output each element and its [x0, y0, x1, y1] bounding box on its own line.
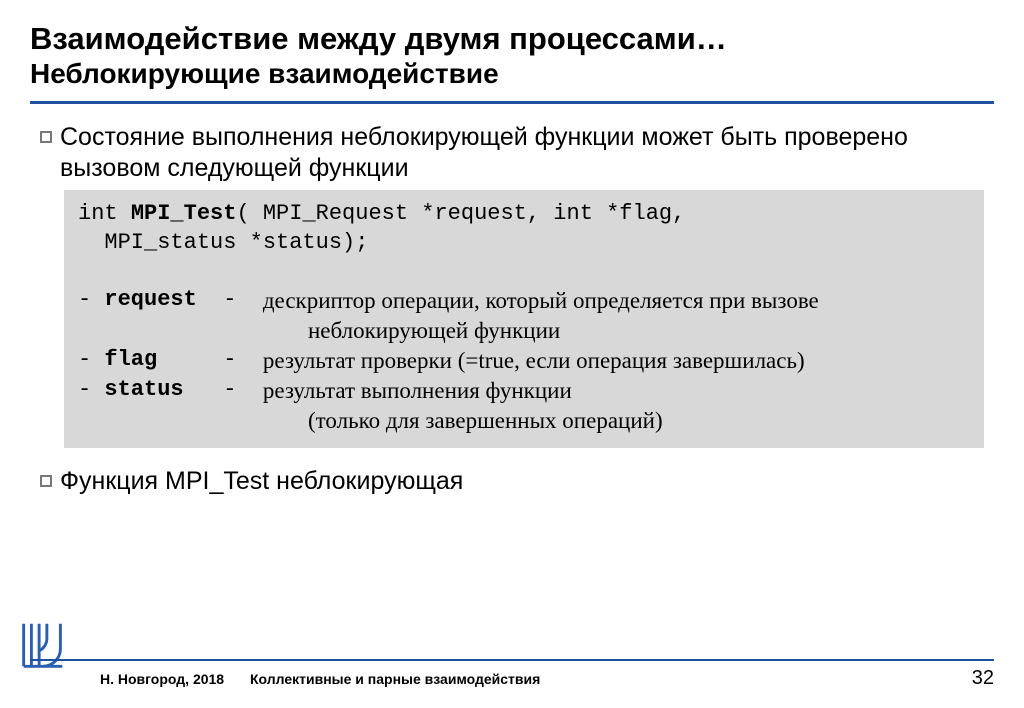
- param-desc-request: дескриптор операции, который определяетс…: [263, 286, 819, 316]
- footer: Н. Новгород, 2018 Коллективные и парные …: [30, 659, 994, 690]
- code-funcname: MPI_Test: [131, 201, 237, 226]
- code-blank-line: [78, 257, 970, 286]
- square-bullet-icon: [40, 475, 52, 487]
- code-args-1: ( MPI_Request *request, int *flag,: [236, 201, 685, 226]
- param-name-status: status: [104, 377, 183, 402]
- title-line-2: Неблокирующие взаимодействие: [30, 57, 994, 91]
- param-desc-status: результат выполнения функции: [263, 376, 572, 406]
- param-name-request: request: [104, 287, 196, 312]
- code-signature-line-2: MPI_status *status);: [78, 229, 970, 258]
- param-key-request: - request -: [78, 286, 263, 315]
- content-area: Состояние выполнения неблокирующей функц…: [30, 122, 994, 708]
- footer-divider: [30, 659, 994, 661]
- param-row-status: - status - результат выполнения функции: [78, 376, 970, 406]
- title-block: Взаимодействие между двумя процессами… Н…: [30, 20, 994, 91]
- bullet-text: Состояние выполнения неблокирующей функц…: [60, 122, 984, 185]
- param-name-flag: flag: [104, 347, 157, 372]
- param-key-flag: - flag -: [78, 346, 263, 375]
- footer-location-year: Н. Новгород, 2018: [30, 671, 250, 687]
- param-key-status: - status -: [78, 376, 263, 405]
- footer-row: Н. Новгород, 2018 Коллективные и парные …: [30, 667, 994, 690]
- bullet-item: Функция MPI_Test неблокирующая: [40, 466, 984, 497]
- param-row-request: - request - дескриптор операции, который…: [78, 286, 970, 316]
- footer-title: Коллективные и парные взаимодействия: [250, 671, 934, 687]
- slide: Взаимодействие между двумя процессами… Н…: [0, 0, 1024, 708]
- code-block: int MPI_Test( MPI_Request *request, int …: [64, 190, 984, 447]
- page-number: 32: [934, 667, 994, 690]
- code-signature-line-1: int MPI_Test( MPI_Request *request, int …: [78, 200, 970, 229]
- code-kw-int: int: [78, 201, 131, 226]
- param-desc-status-cont: (только для завершенных операций): [308, 406, 970, 436]
- param-desc-request-cont: неблокирующей функции: [308, 316, 970, 346]
- param-desc-flag: результат проверки (=true, если операция…: [263, 346, 805, 376]
- title-divider: [30, 101, 994, 104]
- title-line-1: Взаимодействие между двумя процессами…: [30, 20, 994, 57]
- bullet-text: Функция MPI_Test неблокирующая: [60, 466, 463, 497]
- param-row-flag: - flag - результат проверки (=true, если…: [78, 346, 970, 376]
- square-bullet-icon: [40, 131, 52, 143]
- bullet-item: Состояние выполнения неблокирующей функц…: [40, 122, 984, 185]
